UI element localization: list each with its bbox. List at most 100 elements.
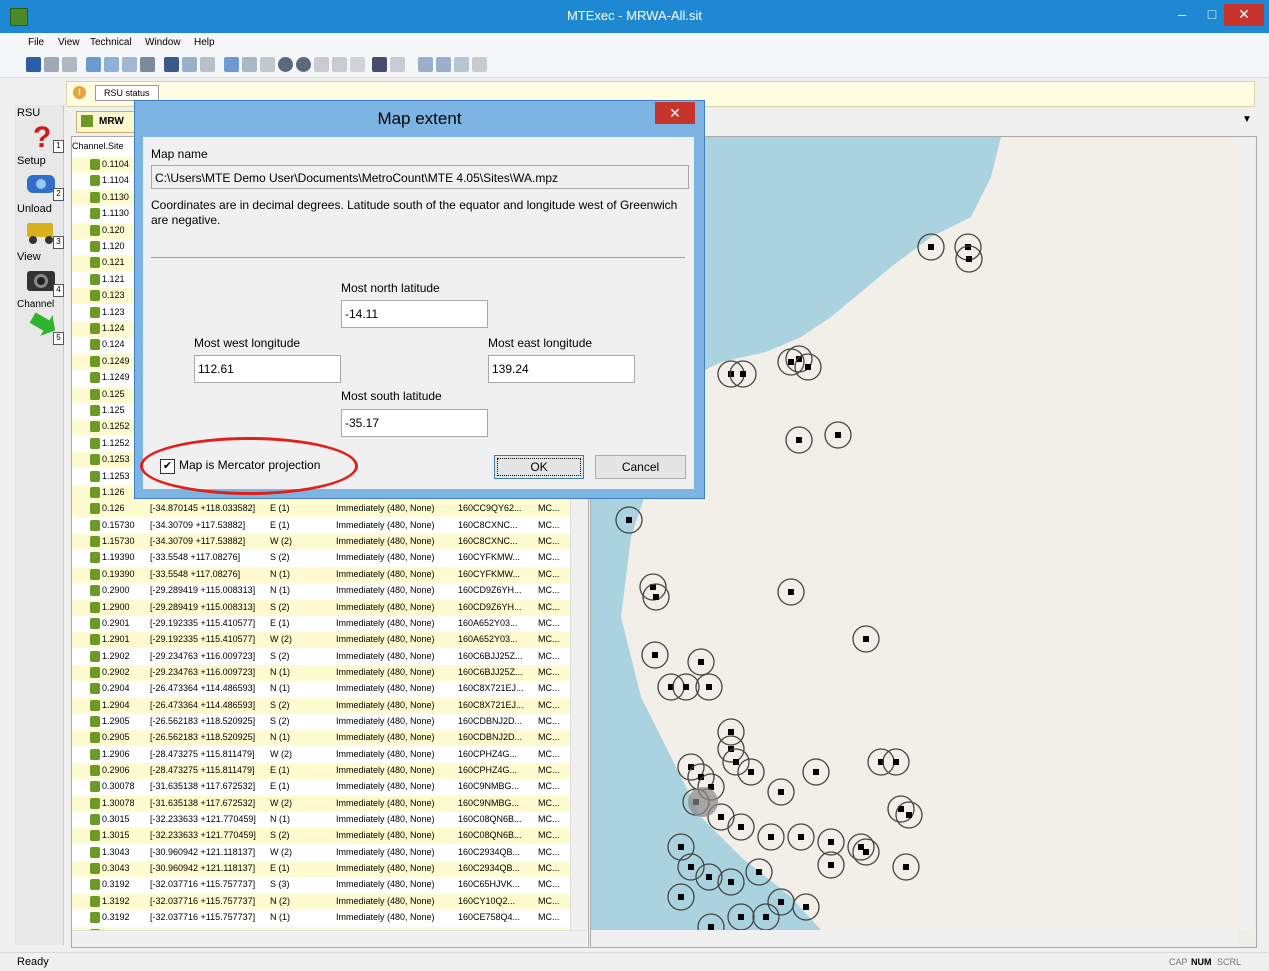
tool-icon[interactable] bbox=[140, 57, 155, 72]
table-row[interactable]: 1.3015 [-32.233633 +121.770459] S (2) Immed… bbox=[72, 828, 587, 845]
map-name-field[interactable]: C:\Users\MTE Demo User\Documents\MetroCo… bbox=[151, 165, 689, 189]
table-row[interactable]: 0.2904 [-26.473364 +114.486593] N (1) Immed… bbox=[72, 681, 587, 697]
table-row[interactable]: 0.3015 [-32.233633 +121.770459] N (1) Immed… bbox=[72, 812, 587, 828]
table-row[interactable]: 1.2902 [-29.234763 +116.009723] S (2) Immed… bbox=[72, 649, 587, 665]
schedule-cell: Immediately (480, None) bbox=[336, 846, 435, 857]
ok-button[interactable]: OK bbox=[494, 455, 584, 479]
print-icon[interactable] bbox=[44, 57, 59, 72]
pan-icon[interactable] bbox=[260, 57, 275, 72]
south-latitude-input[interactable] bbox=[341, 409, 488, 437]
table-row[interactable]: 1.2904 [-26.473364 +114.486593] S (2) Immed… bbox=[72, 697, 587, 714]
model-cell: MC... bbox=[538, 814, 560, 825]
rsu-status-tab[interactable]: RSU status bbox=[95, 85, 159, 101]
table-row[interactable]: 0.19390 [-33.5548 +117.08276] N (1) Immedia… bbox=[72, 566, 587, 583]
tool-icon[interactable] bbox=[200, 57, 215, 72]
table-row[interactable]: 0.2901 [-29.192335 +115.410577] E (1) Immed… bbox=[72, 616, 587, 632]
table-row[interactable]: 1.2901 [-29.192335 +115.410577] W (2) Immed… bbox=[72, 632, 587, 649]
channel-site-cell: 1.1130 bbox=[102, 208, 129, 219]
menu-technical[interactable]: Technical bbox=[90, 37, 132, 48]
tool-icon[interactable] bbox=[104, 57, 119, 72]
serial-cell: 160CYFKMW... bbox=[458, 552, 521, 563]
menu-help[interactable]: Help bbox=[194, 37, 215, 48]
channel-site-cell: 0.121 bbox=[102, 257, 125, 268]
table-row[interactable]: 0.3192 [-32.037716 +115.757737] N (1) Immed… bbox=[72, 910, 587, 926]
table-row[interactable]: 0.15730 [-34.30709 +117.53882] E (1) Immedi… bbox=[72, 518, 587, 534]
tool-icon[interactable] bbox=[454, 57, 469, 72]
channel-site-cell: 1.3015 bbox=[102, 830, 130, 841]
minimize-button[interactable]: – bbox=[1168, 4, 1196, 26]
coordinates-cell: [-31.635138 +117.672532] bbox=[150, 781, 256, 792]
west-longitude-input[interactable] bbox=[194, 355, 341, 383]
map-horizontal-scrollbar[interactable] bbox=[591, 930, 1238, 946]
site-icon bbox=[90, 846, 100, 858]
serial-cell: 160C08QN6B... bbox=[458, 814, 522, 825]
direction-cell: S (2) bbox=[270, 830, 290, 841]
tool-icon[interactable] bbox=[122, 57, 137, 72]
menu-view[interactable]: View bbox=[58, 37, 80, 48]
forward-icon[interactable] bbox=[296, 57, 311, 72]
table-row[interactable]: 1.2900 [-29.289419 +115.008313] S (2) Immed… bbox=[72, 599, 587, 616]
channel-site-cell: 1.120 bbox=[102, 241, 125, 251]
table-row[interactable]: 0.2902 [-29.234763 +116.009723] N (1) Immed… bbox=[72, 664, 587, 681]
table-row[interactable]: 0.2900 [-29.289419 +115.008313] N (1) Immed… bbox=[72, 583, 587, 599]
table-row[interactable]: 1.19390 [-33.5548 +117.08276] S (2) Immedia… bbox=[72, 550, 587, 566]
tool-icon[interactable] bbox=[390, 57, 405, 72]
table-row[interactable]: 0.2906 [-28.473275 +115.811479] E (1) Immed… bbox=[72, 763, 587, 779]
tool-icon[interactable] bbox=[372, 57, 387, 72]
table-row[interactable]: 1.15730 [-34.30709 +117.53882] W (2) Immedi… bbox=[72, 534, 587, 551]
save-icon[interactable] bbox=[26, 57, 41, 72]
south-latitude-label: Most south latitude bbox=[341, 389, 442, 403]
tab-dropdown-icon[interactable]: ▼ bbox=[1242, 114, 1252, 125]
table-row[interactable]: 1.3192 [-32.037716 +115.757737] N (2) Immed… bbox=[72, 893, 587, 910]
schedule-cell: Immediately (480, None) bbox=[336, 830, 435, 841]
back-icon[interactable] bbox=[278, 57, 293, 72]
direction-cell: W (2) bbox=[270, 634, 292, 645]
table-row[interactable]: 1.3043 [-30.960942 +121.118137] W (2) Immed… bbox=[72, 845, 587, 861]
table-row[interactable]: 0.3043 [-30.960942 +121.118137] E (1) Immed… bbox=[72, 861, 587, 878]
tool-icon[interactable] bbox=[350, 57, 365, 72]
menu-window[interactable]: Window bbox=[145, 37, 181, 48]
channel-site-cell: 0.1130 bbox=[102, 191, 129, 202]
table-row[interactable]: 0.30078 [-31.635138 +117.672532] E (1) Imme… bbox=[72, 779, 587, 795]
tool-icon[interactable] bbox=[164, 57, 179, 72]
table-row[interactable]: 0.2905 [-26.562183 +118.520925] N (1) Immed… bbox=[72, 730, 587, 747]
preview-icon[interactable] bbox=[62, 57, 77, 72]
map-vertical-scrollbar[interactable] bbox=[1238, 137, 1255, 930]
document-tab[interactable]: MRW bbox=[76, 111, 138, 133]
site-icon bbox=[90, 634, 100, 646]
channel-site-cell: 1.3043 bbox=[102, 846, 130, 857]
column-header-channel-site[interactable]: Channel.Site bbox=[72, 141, 124, 151]
close-button[interactable]: ✕ bbox=[1224, 4, 1264, 26]
tool-icon[interactable] bbox=[472, 57, 487, 72]
table-row[interactable]: 1.2906 [-28.473275 +115.811479] W (2) Immed… bbox=[72, 747, 587, 763]
serial-cell: 160CC9QY62... bbox=[458, 503, 522, 514]
schedule-cell: Immediately (480, None) bbox=[336, 536, 435, 547]
cancel-button[interactable]: Cancel bbox=[595, 455, 686, 479]
east-longitude-input[interactable] bbox=[488, 355, 635, 383]
site-icon bbox=[90, 323, 100, 334]
channel-site-cell: 1.30078 bbox=[102, 797, 135, 808]
zoom-in-icon[interactable] bbox=[242, 57, 257, 72]
maximize-button[interactable]: □ bbox=[1198, 4, 1226, 26]
table-row[interactable]: 0.3192 [-32.037716 +115.757737] S (3) Immed… bbox=[72, 877, 587, 893]
tool-icon[interactable] bbox=[314, 57, 329, 72]
tool-icon[interactable] bbox=[182, 57, 197, 72]
table-row[interactable]: 1.2905 [-26.562183 +118.520925] S (2) Immed… bbox=[72, 714, 587, 730]
arrow-right-icon[interactable] bbox=[436, 57, 451, 72]
site-cluster[interactable] bbox=[688, 787, 718, 817]
site-marker-dot bbox=[728, 371, 734, 377]
north-latitude-input[interactable] bbox=[341, 300, 488, 328]
channel-site-cell: 1.121 bbox=[102, 273, 125, 284]
sidebar-label-channel: Channel bbox=[17, 299, 55, 310]
dialog-close-button[interactable]: ✕ bbox=[655, 102, 695, 124]
tool-icon[interactable] bbox=[332, 57, 347, 72]
zoom-icon[interactable] bbox=[224, 57, 239, 72]
serial-cell: 160C9NMBG... bbox=[458, 797, 520, 808]
menu-file[interactable]: File bbox=[28, 37, 44, 48]
list-horizontal-scrollbar[interactable] bbox=[72, 930, 587, 947]
tool-icon[interactable] bbox=[86, 57, 101, 72]
table-row[interactable]: 1.30078 [-31.635138 +117.672532] W (2) Imme… bbox=[72, 795, 587, 812]
arrow-left-icon[interactable] bbox=[418, 57, 433, 72]
table-row[interactable]: 0.126 [-34.870145 +118.033582] E (1) Immedi… bbox=[72, 501, 587, 518]
schedule-cell: Immediately (480, None) bbox=[336, 797, 435, 808]
